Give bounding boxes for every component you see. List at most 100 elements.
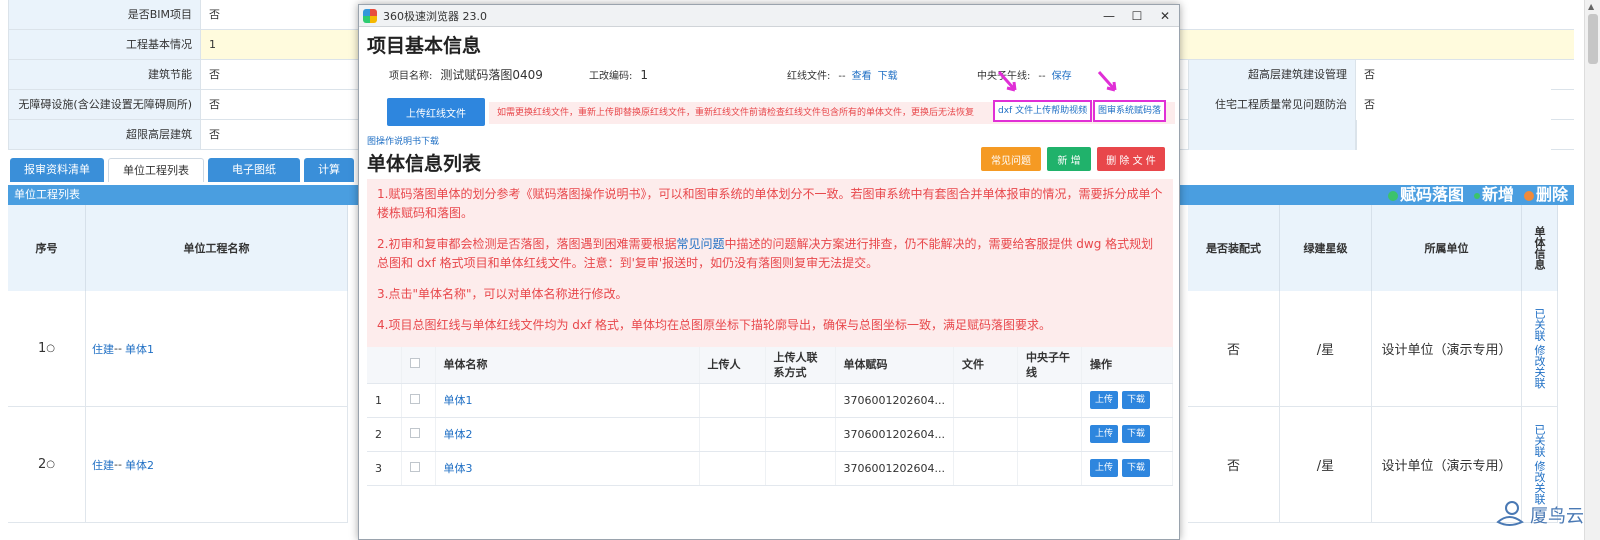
pointer-arrow-icon — [997, 71, 1017, 92]
col-header-uploader: 上传人 — [699, 347, 766, 384]
upload-button[interactable]: 上传 — [1089, 459, 1118, 477]
delete-file-button[interactable]: 删 除 文 件 — [1097, 147, 1165, 171]
col-header-file: 文件 — [953, 347, 1018, 384]
field-label: 住宅工程质量常见问题防治 — [1188, 90, 1356, 120]
plus-icon — [1387, 190, 1398, 201]
project-name-label: 项目名称: — [389, 70, 433, 82]
save-link[interactable]: 保存 — [1052, 71, 1072, 82]
row-checkbox[interactable] — [409, 393, 420, 404]
download-link[interactable]: 下载 — [878, 71, 898, 82]
row-no: 2 ○ — [8, 407, 86, 523]
assign-code-button[interactable]: 赋码落图 — [1387, 185, 1464, 205]
field-label: 工程基本情况 — [8, 30, 201, 59]
reform-code-value: 1 — [640, 67, 649, 82]
dxf-help-video-link[interactable]: dxf 文件上传帮助视频 — [993, 100, 1093, 122]
row-file — [953, 417, 1018, 452]
project-info-row: 项目名称: 测试赋码落图0409 工改编码: 1 红线文件: -- 查看 下载 中央子午线… — [367, 66, 1171, 82]
row-uploader — [699, 383, 766, 418]
unit-name-link[interactable]: 单体3 — [444, 462, 473, 475]
row-prefix-link[interactable]: 住建 — [92, 457, 114, 473]
unit-list-title: 单位工程列表 — [14, 188, 80, 201]
manual-download-link[interactable]: 图操作说明书下载 — [367, 134, 1171, 147]
table-row: 2 单体2 3706001202604... 上传 下载 — [367, 417, 1174, 452]
tab-calculation[interactable]: 计算 — [304, 158, 354, 182]
scroll-thumb[interactable] — [1588, 14, 1598, 64]
modify-link[interactable]: 已关联 修改关联 — [1533, 308, 1546, 389]
project-name-value: 测试赋码落图0409 — [440, 67, 543, 82]
window-controls: — ☐ ✕ — [1095, 9, 1179, 23]
table-row: 1 单体1 3706001202604... 上传 下载 — [367, 383, 1174, 418]
row-name-link[interactable]: 单体2 — [125, 457, 154, 473]
row-select — [401, 383, 436, 418]
bird-logo-icon — [1496, 501, 1524, 526]
radio-icon[interactable]: ○ — [46, 343, 55, 354]
download-button[interactable]: 下载 — [1122, 425, 1151, 443]
row-checkbox[interactable] — [409, 461, 420, 472]
view-link[interactable]: 查看 — [852, 71, 872, 82]
add-unit-button[interactable]: 新 增 — [1047, 147, 1091, 171]
row-prefab: 否 — [1188, 291, 1280, 407]
popup-content: 项目基本信息 项目名称: 测试赋码落图0409 工改编码: 1 红线文件: -- 查看下… — [359, 31, 1179, 486]
maximize-icon[interactable]: ☐ — [1123, 9, 1151, 23]
row-unit-code: 3706001202604... — [835, 383, 954, 418]
row-unit-code: 3706001202604... — [835, 451, 954, 486]
unit-name-link[interactable]: 单体2 — [444, 428, 473, 441]
field-value: 否 — [1356, 90, 1551, 120]
row-prefix-link[interactable]: 住建 — [92, 341, 114, 357]
watermark: 厦鸟云 — [1492, 498, 1584, 532]
reform-code-field: 工改编码: 1 — [589, 67, 648, 82]
minimize-icon[interactable]: — — [1095, 9, 1123, 23]
browser-popup-window: 360极速浏览器 23.0 — ☐ ✕ 项目基本信息 项目名称: 测试赋码落图04… — [358, 4, 1180, 540]
download-button[interactable]: 下载 — [1122, 391, 1151, 409]
tab-unit-projects[interactable]: 单位工程列表 — [108, 158, 204, 182]
row-uploader-contact — [765, 451, 836, 486]
row-index: 2 — [367, 417, 402, 452]
scroll-up-icon[interactable]: ▲ — [1588, 2, 1594, 11]
col-header-no: 序号 — [8, 205, 86, 291]
delete-button[interactable]: 删除 — [1523, 185, 1568, 205]
row-index: 3 — [367, 451, 402, 486]
field-value-empty — [1356, 120, 1551, 150]
faq-button[interactable]: 常见问题 — [981, 147, 1041, 171]
col-header-select — [401, 347, 436, 384]
upload-button[interactable]: 上传 — [1089, 391, 1118, 409]
row-unit-name: 单体3 — [435, 451, 700, 486]
row-name-link[interactable]: 单体1 — [125, 341, 154, 357]
upload-button[interactable]: 上传 — [1089, 425, 1118, 443]
faq-inline-link[interactable]: 常见问题 — [676, 237, 724, 251]
row-file — [953, 451, 1018, 486]
row-name: 住建 -- 单体2 — [86, 407, 348, 523]
row-select — [401, 451, 436, 486]
add-button[interactable]: 新增 — [1473, 185, 1514, 205]
upload-redline-button[interactable]: 上传红线文件 — [387, 98, 485, 126]
window-titlebar[interactable]: 360极速浏览器 23.0 — ☐ ✕ — [359, 5, 1179, 27]
map-manual-link[interactable]: 图审系统赋码落 — [1093, 100, 1167, 122]
col-header-info-text: 单体信息 — [1533, 226, 1546, 270]
download-button[interactable]: 下载 — [1122, 459, 1151, 477]
notice-text: 2.初审和复审都会检测是否落图，落图遇到困难需要根据 — [377, 237, 677, 251]
redline-file-label: 红线文件: — [787, 70, 831, 82]
browser-logo-icon — [363, 8, 377, 23]
unit-name-link[interactable]: 单体1 — [444, 394, 473, 407]
row-sep: -- — [114, 342, 122, 355]
table-row: 3 单体3 3706001202604... 上传 下载 — [367, 451, 1174, 486]
row-no-text: 2 — [37, 457, 47, 472]
unit-list-actions: 赋码落图 新增 删除 — [1387, 185, 1568, 205]
tab-submission-list[interactable]: 报审资料清单 — [10, 158, 104, 182]
redline-file-value: -- — [838, 70, 846, 82]
tab-drawings[interactable]: 电子图纸 — [208, 158, 300, 182]
field-label: 无障碍设施(含公建设置无障碍厕所) — [8, 90, 201, 119]
close-icon[interactable]: ✕ — [1151, 9, 1179, 23]
radio-icon[interactable]: ○ — [46, 459, 55, 470]
col-header-uploader-contact: 上传人联系方式 — [765, 347, 836, 384]
page-scrollbar[interactable]: ▲ — [1584, 0, 1600, 540]
modify-link[interactable]: 已关联 修改关联 — [1533, 424, 1546, 505]
row-info: 已关联 修改关联 — [1522, 291, 1558, 407]
minus-icon — [1523, 190, 1534, 201]
unit-list-header-row: 单体信息列表 常见问题 新 增 删 除 文 件 — [367, 147, 1171, 175]
field-label: 建筑节能 — [8, 60, 201, 89]
select-all-checkbox[interactable] — [409, 358, 420, 369]
col-header-green: 绿建星级 — [1280, 205, 1372, 291]
project-name-field: 项目名称: 测试赋码落图0409 — [389, 66, 543, 83]
row-checkbox[interactable] — [409, 427, 420, 438]
